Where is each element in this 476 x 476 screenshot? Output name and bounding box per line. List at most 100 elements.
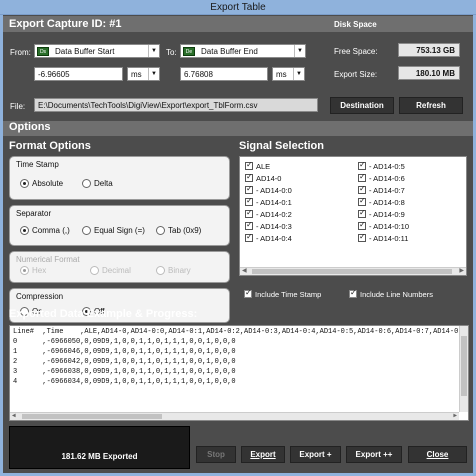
signal-label: - AD14-0:7 [369, 186, 405, 195]
preview-line: 0 ,-6966050,0,09D9,1,0,0,1,1,0,1,1,1,0,0… [13, 338, 236, 346]
checkbox-checked-icon [358, 220, 366, 230]
close-button[interactable]: Close [408, 446, 467, 463]
signal-label: - AD14-0:6 [369, 174, 405, 183]
from-source-value: Data Buffer Start [55, 47, 115, 56]
scroll-right-icon[interactable]: ▶ [459, 267, 464, 274]
checkbox-checked-icon [245, 184, 253, 194]
checkbox-checked-icon [245, 208, 253, 218]
from-unit-value: ms [131, 70, 142, 79]
signal-checkbox[interactable]: - AD14-0:3 [245, 220, 292, 231]
to-unit-select[interactable]: ms ▼ [272, 67, 305, 81]
to-tag-icon: De [183, 47, 195, 56]
numeric-hex-radio[interactable]: Hex [20, 266, 46, 275]
signal-checkbox[interactable]: - AD14-0:4 [245, 232, 292, 243]
include-line-numbers-checkbox[interactable]: Include Line Numbers [349, 288, 433, 299]
timestamp-absolute-radio[interactable]: Absolute [20, 179, 63, 188]
signal-label: - AD14-0:8 [369, 198, 405, 207]
preview-vscroll[interactable] [459, 326, 468, 412]
signal-checkbox[interactable]: - AD14-0:5 [358, 160, 405, 171]
from-unit-select[interactable]: ms ▼ [127, 67, 160, 81]
numeric-format-panel-title: Numerical Format [16, 255, 80, 264]
signal-label: - AD14-0:5 [369, 162, 405, 171]
separator-comma-radio[interactable]: Comma (,) [20, 226, 70, 235]
numeric-binary-radio[interactable]: Binary [156, 266, 191, 275]
include-timestamp-checkbox[interactable]: Include Time Stamp [244, 288, 321, 299]
signal-checkbox[interactable]: - AD14-0:8 [358, 196, 405, 207]
file-path-input[interactable]: E:\Documents\TechTools\DigiView\Export\e… [34, 98, 318, 112]
export-button-label: Export [250, 450, 276, 459]
to-time-input[interactable]: 6.76808 [180, 67, 268, 81]
format-options-title: Format Options [9, 140, 91, 152]
signal-label: AD14-0 [256, 174, 282, 183]
free-space-label: Free Space: [334, 47, 378, 56]
include-line-numbers-label: Include Line Numbers [360, 290, 433, 299]
options-title: Options [9, 121, 51, 133]
radio-label: Binary [168, 266, 191, 275]
preview-hscroll[interactable]: ◀ ▶ [10, 412, 459, 420]
numeric-decimal-radio[interactable]: Decimal [90, 266, 131, 275]
checkbox-checked-icon [358, 160, 366, 170]
window-frame: Export Capture ID: #1 Disk Space From: D… [0, 15, 476, 476]
from-tag-icon: Ds [37, 47, 49, 56]
checkbox-checked-icon [358, 208, 366, 218]
export-plusplus-button[interactable]: Export ++ [346, 446, 402, 463]
free-space-value: 753.13 GB [398, 43, 460, 57]
radio-label: Comma (,) [32, 226, 70, 235]
chevron-down-icon: ▼ [148, 45, 159, 57]
radio-icon [90, 266, 99, 275]
scroll-thumb[interactable] [22, 414, 162, 419]
separator-tab-radio[interactable]: Tab (0x9) [156, 226, 201, 235]
export-progress-text: 181.62 MB Exported [61, 452, 138, 461]
checkbox-checked-icon [245, 232, 253, 242]
signal-label: - AD14-0:4 [256, 234, 292, 243]
preview-line: 2 ,-6966042,0,09D9,1,0,0,1,1,0,1,1,1,0,0… [13, 358, 236, 366]
signal-checkbox[interactable]: ALE [245, 160, 271, 171]
export-button[interactable]: Export [241, 446, 285, 463]
signal-checkbox[interactable]: - AD14-0:2 [245, 208, 292, 219]
signal-checkbox[interactable]: - AD14-0:11 [358, 232, 409, 243]
from-source-select[interactable]: Ds Data Buffer Start ▼ [34, 44, 160, 58]
scroll-left-icon[interactable]: ◀ [242, 267, 247, 274]
timestamp-panel: Time Stamp Absolute Delta [9, 156, 230, 200]
checkbox-checked-icon [245, 172, 253, 182]
timestamp-panel-title: Time Stamp [16, 160, 59, 169]
destination-button[interactable]: Destination [330, 97, 394, 114]
scroll-thumb[interactable] [252, 269, 452, 274]
signal-checkbox[interactable]: AD14-0 [245, 172, 282, 183]
signal-list[interactable]: ALE AD14-0 - AD14-0:0 - AD14-0:1 - AD14-… [239, 156, 467, 276]
from-time-input[interactable]: -6.96605 [34, 67, 123, 81]
radio-icon [156, 226, 165, 235]
export-progress: 181.62 MB Exported [9, 426, 190, 469]
scroll-left-icon[interactable]: ◀ [12, 412, 16, 419]
checkbox-checked-icon [245, 220, 253, 230]
scroll-thumb[interactable] [461, 336, 467, 396]
stop-button[interactable]: Stop [196, 446, 236, 463]
file-label: File: [10, 102, 26, 111]
signal-checkbox[interactable]: - AD14-0:9 [358, 208, 405, 219]
export-size-value: 180.10 MB [398, 66, 460, 80]
signal-label: - AD14-0:0 [256, 186, 292, 195]
to-unit-value: ms [276, 70, 287, 79]
export-plus-button[interactable]: Export + [290, 446, 341, 463]
timestamp-delta-radio[interactable]: Delta [82, 179, 113, 188]
signal-checkbox[interactable]: - AD14-0:1 [245, 196, 292, 207]
exported-data-preview[interactable]: Line# ,Time ,ALE,AD14-0,AD14-0:0,AD14-0:… [9, 325, 469, 421]
signal-list-hscroll[interactable]: ◀ ▶ [240, 267, 466, 275]
radio-icon [82, 226, 91, 235]
checkbox-checked-icon [245, 196, 253, 206]
preview-line: 1 ,-6966046,0,09D9,1,0,0,1,1,0,1,1,1,0,0… [13, 348, 236, 356]
signal-label: ALE [256, 162, 271, 171]
radio-icon [156, 266, 165, 275]
signal-checkbox[interactable]: - AD14-0:0 [245, 184, 292, 195]
signal-checkbox[interactable]: - AD14-0:6 [358, 172, 405, 183]
signal-checkbox[interactable]: - AD14-0:10 [358, 220, 409, 231]
checkbox-checked-icon [244, 288, 252, 298]
signal-label: - AD14-0:11 [369, 234, 409, 243]
separator-equal-radio[interactable]: Equal Sign (=) [82, 226, 145, 235]
scroll-right-icon[interactable]: ▶ [453, 412, 457, 419]
to-source-select[interactable]: De Data Buffer End ▼ [180, 44, 306, 58]
refresh-button[interactable]: Refresh [399, 97, 463, 114]
checkbox-checked-icon [358, 196, 366, 206]
signal-checkbox[interactable]: - AD14-0:7 [358, 184, 405, 195]
chevron-down-icon: ▼ [293, 68, 304, 80]
